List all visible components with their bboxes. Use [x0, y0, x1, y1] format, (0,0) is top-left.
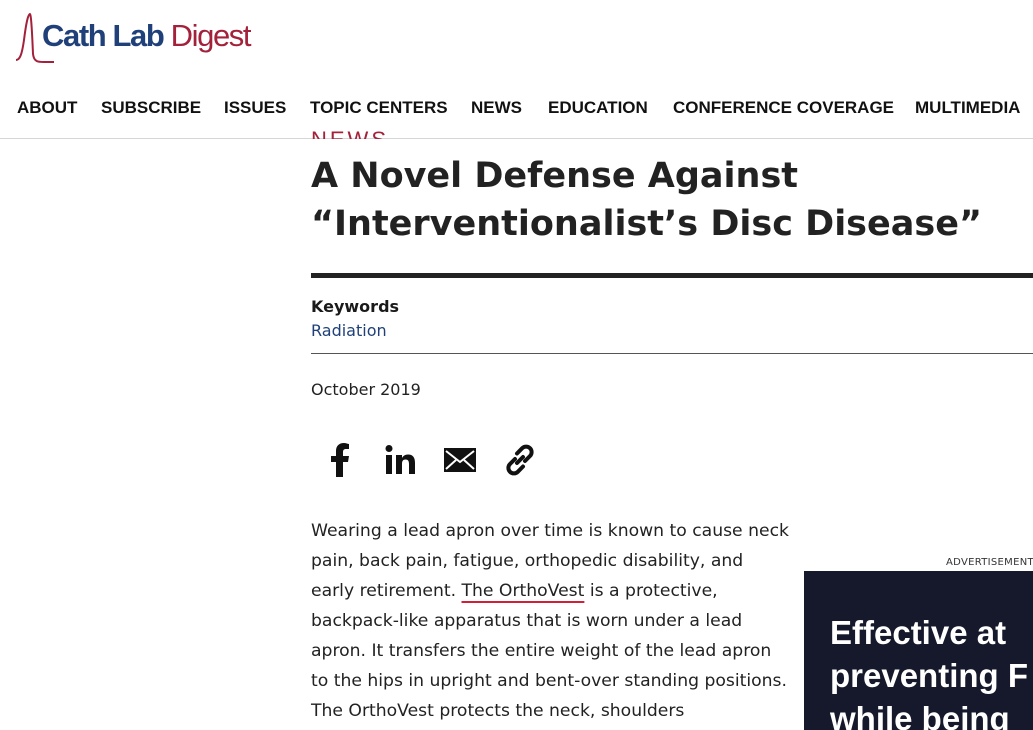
ad-line-1: Effective at — [830, 614, 1007, 651]
article-title: A Novel Defense Against “Interventionali… — [311, 156, 982, 244]
keywords-label: Keywords — [311, 297, 400, 316]
section-label-text: NEWS — [311, 127, 389, 140]
keywords-divider — [311, 353, 1033, 354]
publish-date: October 2019 — [311, 380, 421, 399]
nav-item-topic-centers[interactable]: TOPIC CENTERS — [310, 98, 448, 118]
share-linkedin-button[interactable] — [380, 440, 420, 480]
share-email-button[interactable] — [440, 440, 480, 480]
keyword-link-radiation[interactable]: Radiation — [311, 321, 387, 340]
share-copy-link-button[interactable] — [500, 440, 540, 480]
nav-item-multimedia[interactable]: MULTIMEDIA — [915, 98, 1020, 118]
share-facebook-button[interactable] — [320, 440, 360, 480]
ad-line-3: while being — [830, 700, 1010, 730]
orthovest-link[interactable]: The OrthoVest — [462, 581, 585, 601]
link-icon — [506, 444, 534, 476]
logo-text-digest: Digest — [170, 18, 252, 53]
nav-item-subscribe[interactable]: SUBSCRIBE — [101, 98, 201, 118]
advertisement-banner[interactable]: Effective at preventing F while being — [804, 571, 1033, 730]
advertisement-label: ADVERTISEMENT — [946, 557, 1033, 568]
section-label[interactable]: NEWS — [311, 118, 389, 140]
nav-item-issues[interactable]: ISSUES — [224, 98, 286, 118]
facebook-icon — [331, 443, 349, 477]
nav-item-news[interactable]: NEWS — [471, 98, 522, 118]
ad-line-2: preventing F — [830, 657, 1029, 694]
article-text-continued: is a protective, backpack-like apparatus… — [311, 581, 787, 721]
linkedin-icon — [385, 445, 415, 474]
nav-item-conference-coverage[interactable]: CONFERENCE COVERAGE — [673, 98, 894, 118]
nav-item-about[interactable]: ABOUT — [17, 98, 77, 118]
article-body: Wearing a lead apron over time is known … — [311, 516, 789, 726]
logo-text-cath-lab: Cath Lab — [42, 18, 165, 53]
ad-headline: Effective at preventing F while being — [830, 611, 1033, 730]
email-icon — [444, 448, 476, 472]
main-nav: ABOUT SUBSCRIBE ISSUES TOPIC CENTERS NEW… — [0, 78, 1033, 139]
logo-wordmark: Cath Lab Digest — [42, 18, 252, 54]
nav-item-education[interactable]: EDUCATION — [548, 98, 648, 118]
site-logo[interactable]: Cath Lab Digest — [14, 6, 252, 63]
title-divider — [311, 273, 1033, 278]
